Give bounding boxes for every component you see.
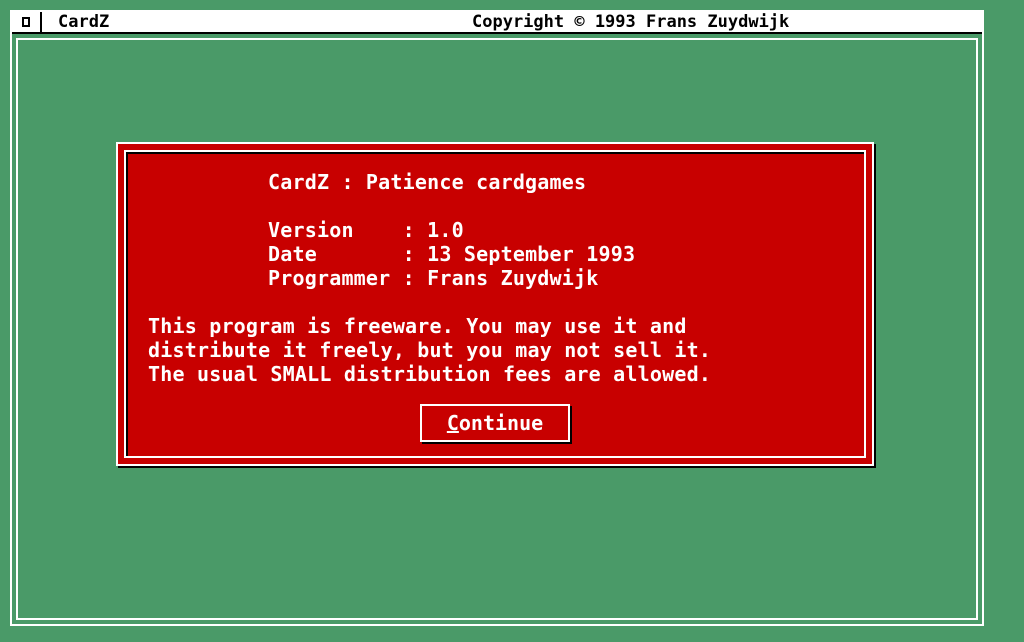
- info-row-date: Date : 13 September 1993: [268, 242, 635, 266]
- continue-button[interactable]: Continue: [420, 404, 570, 442]
- title-bar[interactable]: CardZ Copyright © 1993 Frans Zuydwijk: [12, 12, 982, 34]
- message-line-3: The usual SMALL distribution fees are al…: [148, 362, 712, 386]
- info-label-version: Version: [268, 218, 403, 242]
- window-copyright: Copyright © 1993 Frans Zuydwijk: [472, 12, 790, 32]
- info-value-programmer: : Frans Zuydwijk: [402, 266, 599, 290]
- message-line-2: distribute it freely, but you may not se…: [148, 338, 712, 362]
- message-line-1: This program is freeware. You may use it…: [148, 314, 687, 338]
- info-row-version: Version : 1.0: [268, 218, 464, 242]
- info-label-date: Date: [268, 242, 403, 266]
- info-value-version: : 1.0: [402, 218, 464, 242]
- continue-hotkey: C: [446, 411, 459, 435]
- info-value-date: : 13 September 1993: [402, 242, 636, 266]
- info-label-programmer: Programmer: [268, 266, 403, 290]
- desktop: CardZ Copyright © 1993 Frans Zuydwijk Ca…: [0, 0, 1024, 642]
- close-box-square: [22, 17, 30, 27]
- continue-label: ontinue: [458, 411, 544, 435]
- window-title: CardZ: [58, 12, 110, 32]
- info-row-programmer: Programmer : Frans Zuydwijk: [268, 266, 599, 290]
- dialog-heading: CardZ : Patience cardgames: [268, 170, 587, 194]
- about-dialog: CardZ : Patience cardgames Version : 1.0…: [116, 142, 874, 466]
- close-box-icon[interactable]: [12, 12, 42, 32]
